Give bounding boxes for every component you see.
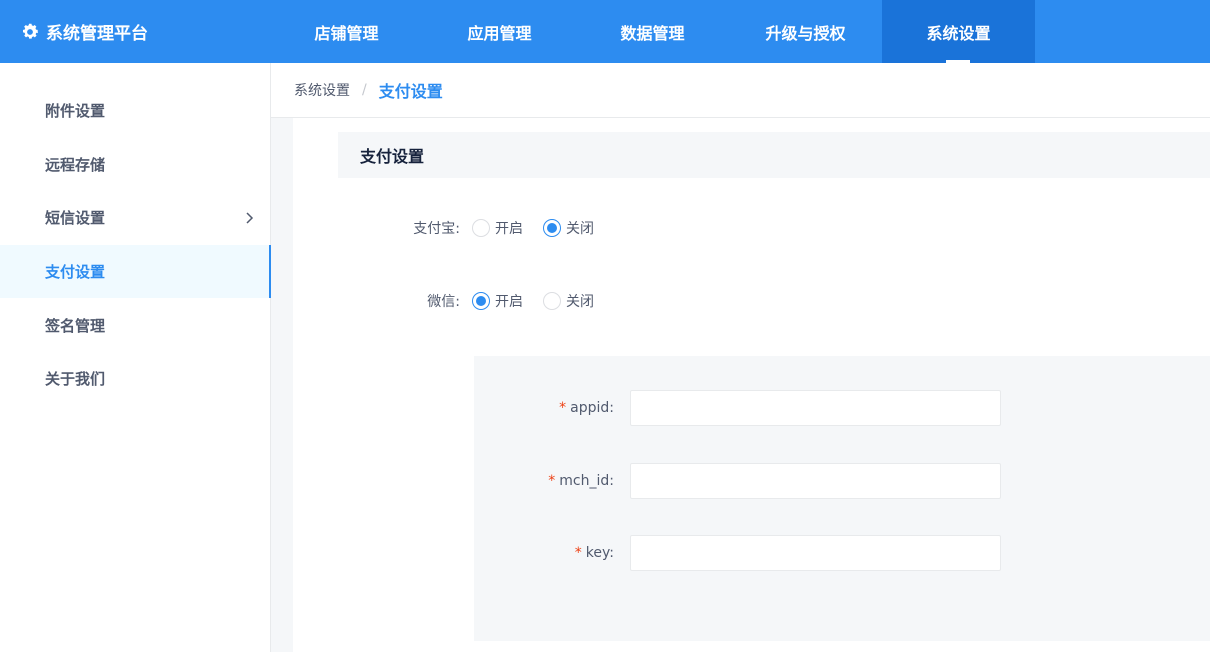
breadcrumb-current: 支付设置 [378,82,443,101]
radio-label: 开启 [495,221,523,237]
sidebar-item-label: 支付设置 [45,263,106,282]
breadcrumb: 系统设置 / 支付设置 [271,63,1210,118]
mch-id-row: * mch_id: [474,463,1001,499]
field-label-text: appid: [570,400,614,416]
app-title: 系统管理平台 [46,24,148,44]
radio-circle[interactable] [472,292,490,310]
appid-label: * appid: [474,400,614,416]
sidebar-item-label: 签名管理 [45,316,106,335]
required-mark: * [548,473,556,489]
nav-tab-label: 店铺管理 [314,23,379,43]
sidebar-item-remote-storage[interactable]: 远程存储 [0,138,270,192]
appid-input[interactable] [630,390,1001,426]
radio-label: 关闭 [566,221,594,237]
wechat-label: 微信: [427,294,460,310]
sidebar-item-sms-settings[interactable]: 短信设置 [0,191,270,245]
nav-tab-label: 升级与授权 [765,23,846,43]
key-label: * key: [474,545,614,561]
nav-tab-system-settings[interactable]: 系统设置 [882,0,1035,63]
mch-id-input[interactable] [630,463,1001,499]
field-label-text: mch_id: [559,473,614,489]
top-nav: 店铺管理 应用管理 数据管理 升级与授权 系统设置 [270,0,1035,63]
chevron-right-icon [244,211,254,225]
section-title: 支付设置 [338,132,1210,178]
required-mark: * [574,545,582,561]
sidebar-item-payment-settings[interactable]: 支付设置 [0,244,271,299]
radio-circle[interactable] [543,219,561,237]
nav-tab-data-management[interactable]: 数据管理 [576,0,729,63]
breadcrumb-root[interactable]: 系统设置 [294,80,350,100]
sidebar-item-label: 关于我们 [45,370,106,389]
radio-circle[interactable] [543,292,561,310]
nav-tab-label: 数据管理 [620,23,685,43]
radio-circle[interactable] [472,219,490,237]
sidebar-item-signature-management[interactable]: 签名管理 [0,298,270,352]
wechat-on-radio[interactable]: 开启 [472,291,523,311]
sidebar-item-label: 远程存储 [45,155,106,174]
app-brand[interactable]: 系统管理平台 [20,0,148,63]
sidebar-item-label: 附件设置 [45,102,106,121]
field-label-text: key: [585,545,614,561]
required-mark: * [559,400,567,416]
alipay-off-radio[interactable]: 关闭 [543,218,594,238]
breadcrumb-separator: / [362,82,367,98]
nav-tab-upgrade-license[interactable]: 升级与授权 [729,0,882,63]
alipay-on-radio[interactable]: 开启 [472,218,523,238]
alipay-label: 支付宝: [413,221,460,237]
nav-tab-label: 系统设置 [926,23,991,43]
nav-tab-store-management[interactable]: 店铺管理 [270,0,423,63]
gear-icon [20,22,40,42]
sidebar-item-label: 短信设置 [45,209,106,228]
wechat-off-radio[interactable]: 关闭 [543,291,594,311]
radio-label: 关闭 [566,294,594,310]
mch-id-label: * mch_id: [474,473,614,489]
key-input[interactable] [630,535,1001,571]
key-row: * key: [474,535,1001,571]
nav-tab-label: 应用管理 [467,23,532,43]
sidebar: 附件设置 远程存储 短信设置 支付设置 签名管理 关于我们 [0,63,271,652]
wechat-row: 微信: 开启 关闭 [340,291,614,311]
sidebar-item-attachment-settings[interactable]: 附件设置 [0,84,270,138]
sidebar-item-about-us[interactable]: 关于我们 [0,352,270,406]
radio-label: 开启 [495,294,523,310]
nav-tab-app-management[interactable]: 应用管理 [423,0,576,63]
alipay-row: 支付宝: 开启 关闭 [340,218,614,238]
content-gutter [271,118,293,652]
appid-row: * appid: [474,390,1001,426]
top-navbar: 系统管理平台 店铺管理 应用管理 数据管理 升级与授权 系统设置 [0,0,1210,63]
